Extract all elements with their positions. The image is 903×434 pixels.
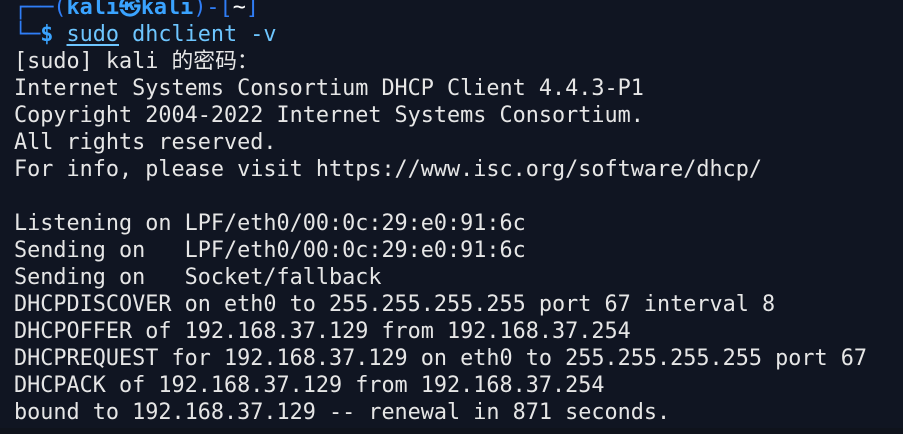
prompt-user: kali	[66, 0, 120, 20]
output-line: All rights reserved.	[14, 130, 277, 155]
output-line: DHCPREQUEST for 192.168.37.129 on eth0 t…	[14, 346, 867, 371]
prompt-dollar: $	[40, 22, 54, 47]
prompt-top-prefix: ┌──(	[14, 0, 67, 20]
command-text: dhclient -v	[132, 22, 277, 47]
prompt-header: ┌──(kali㉿kali)-[~]	[14, 0, 903, 21]
output-line: Sending on LPF/eth0/00:0c:29:e0:91:6c	[14, 238, 526, 263]
prompt-command-line: └─$ sudo dhclient -v	[14, 21, 903, 48]
terminal-window[interactable]: ┌──(kali㉿kali)-[~] └─$ sudo dhclient -v …	[0, 0, 903, 428]
output-line: DHCPACK of 192.168.37.129 from 192.168.3…	[14, 373, 605, 398]
command-sudo: sudo	[66, 22, 120, 47]
output-line: Copyright 2004-2022 Internet Systems Con…	[14, 103, 644, 128]
output-line: For info, please visit https://www.isc.o…	[14, 157, 763, 182]
prompt-mid: )-[	[193, 0, 233, 20]
output-line: [sudo] kali 的密码：	[14, 49, 259, 74]
output-line: DHCPOFFER of 192.168.37.129 from 192.168…	[14, 319, 631, 344]
output-line: Sending on Socket/fallback	[14, 265, 382, 290]
prompt-cwd: ~	[232, 0, 246, 20]
prompt-host: kali	[140, 0, 194, 20]
at-symbol-icon: ㉿	[119, 0, 141, 20]
prompt-bottom-prefix: └─	[14, 22, 41, 47]
output-line: DHCPDISCOVER on eth0 to 255.255.255.255 …	[14, 292, 776, 317]
output-line: bound to 192.168.37.129 -- renewal in 87…	[14, 400, 671, 425]
prompt-close: ]	[245, 0, 259, 20]
output-line: Listening on LPF/eth0/00:0c:29:e0:91:6c	[14, 211, 526, 236]
output-line: Internet Systems Consortium DHCP Client …	[14, 76, 644, 101]
